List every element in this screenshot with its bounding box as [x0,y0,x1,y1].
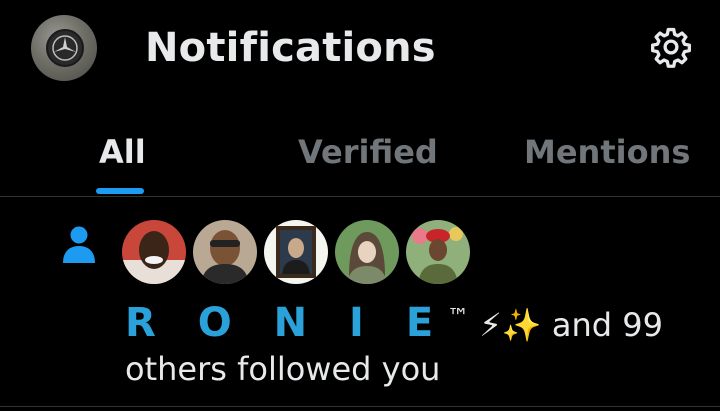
tab-all[interactable]: All [99,132,146,172]
person-icon [60,225,98,265]
gear-icon[interactable] [649,25,693,69]
active-tab-indicator [96,188,144,194]
follower-avatar-1[interactable] [122,220,186,284]
tab-verified[interactable]: Verified [298,132,438,172]
followed-text: others followed you [125,350,441,388]
profile-avatar[interactable] [31,15,97,81]
notification-tabs: All Verified Mentions [0,112,720,196]
follower-name[interactable]: R O N I E [125,300,447,346]
follower-avatar-4[interactable] [335,220,399,284]
follower-avatar-2[interactable] [193,220,257,284]
avatar-emblem-icon [46,29,84,67]
emoji-text: ⚡✨ [479,306,542,344]
trademark-symbol: ™ [447,305,470,330]
header: Notifications [0,0,720,96]
follower-avatar-3[interactable] [264,220,328,284]
tab-mentions[interactable]: Mentions [524,132,690,172]
notification-text[interactable]: R O N I E™ ⚡✨ and 99 others followed you [125,296,705,391]
page-title: Notifications [145,25,436,71]
and-count-text: and 99 [551,306,663,344]
divider [0,196,720,197]
follower-avatar-5[interactable] [406,220,470,284]
bottom-divider [0,406,720,407]
